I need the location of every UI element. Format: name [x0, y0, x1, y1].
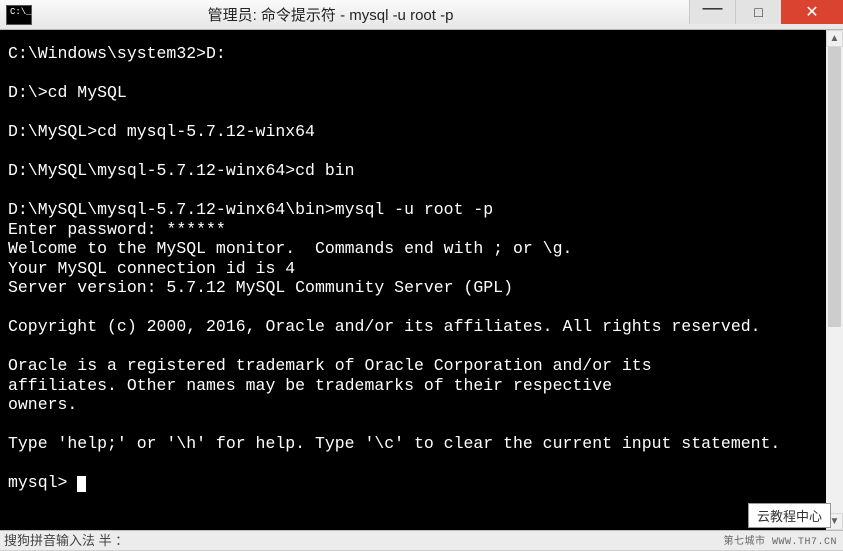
terminal-line: D:\MySQL\mysql-5.7.12-winx64>cd bin [8, 161, 824, 181]
footer-credit: 第七城市 WWW.TH7.CN [723, 532, 837, 548]
maximize-button[interactable]: □ [735, 0, 781, 24]
terminal-line [8, 415, 824, 435]
terminal-line [8, 298, 824, 318]
scroll-up-button[interactable]: ▲ [826, 30, 843, 47]
terminal-line [8, 142, 824, 162]
scrollbar-thumb[interactable] [828, 47, 841, 327]
terminal[interactable]: C:\Windows\system32>D: D:\>cd MySQL D:\MyS… [0, 30, 824, 530]
ime-status-bar: 搜狗拼音输入法 半 ： [0, 530, 843, 550]
terminal-line [8, 103, 824, 123]
terminal-line: owners. [8, 395, 824, 415]
terminal-line: D:\>cd MySQL [8, 83, 824, 103]
terminal-line: D:\MySQL\mysql-5.7.12-winx64\bin>mysql -… [8, 200, 824, 220]
scrollbar-track[interactable] [826, 47, 843, 513]
terminal-area: C:\Windows\system32>D: D:\>cd MySQL D:\MyS… [0, 30, 843, 530]
window-controls: — □ ✕ [689, 0, 843, 30]
terminal-line [8, 64, 824, 84]
terminal-line [8, 337, 824, 357]
close-button[interactable]: ✕ [781, 0, 843, 24]
terminal-line [8, 454, 824, 474]
ime-text: 搜狗拼音输入法 半 ： [4, 531, 128, 550]
terminal-line: Type 'help;' or '\h' for help. Type '\c'… [8, 434, 824, 454]
terminal-line: Copyright (c) 2000, 2016, Oracle and/or … [8, 317, 824, 337]
terminal-line: Oracle is a registered trademark of Orac… [8, 356, 824, 376]
cursor [77, 476, 86, 492]
terminal-line: C:\Windows\system32>D: [8, 44, 824, 64]
minimize-button[interactable]: — [689, 0, 735, 24]
titlebar[interactable]: C:\_ 管理员: 命令提示符 - mysql -u root -p — □ ✕ [0, 0, 843, 30]
terminal-line: Your MySQL connection id is 4 [8, 259, 824, 279]
terminal-line: Enter password: ****** [8, 220, 824, 240]
terminal-prompt[interactable]: mysql> [8, 473, 824, 493]
terminal-line: affiliates. Other names may be trademark… [8, 376, 824, 396]
watermark-badge: 云教程中心 [748, 503, 831, 528]
window-title: 管理员: 命令提示符 - mysql -u root -p [0, 4, 689, 25]
terminal-line: D:\MySQL>cd mysql-5.7.12-winx64 [8, 122, 824, 142]
scrollbar[interactable]: ▲ ▼ [826, 30, 843, 530]
terminal-line: Welcome to the MySQL monitor. Commands e… [8, 239, 824, 259]
terminal-line [8, 181, 824, 201]
terminal-line: Server version: 5.7.12 MySQL Community S… [8, 278, 824, 298]
